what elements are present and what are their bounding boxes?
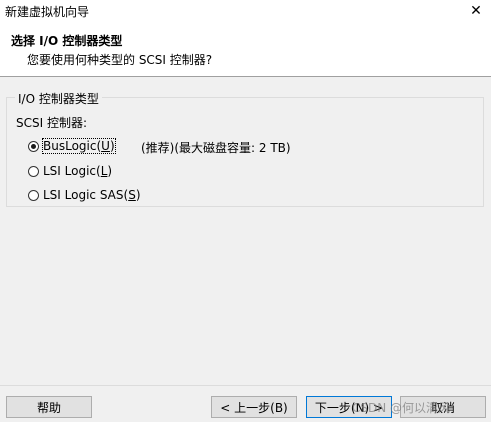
radio-lsi-logic-sas[interactable]: LSI Logic SAS(S) — [28, 187, 141, 203]
watermark: CSDN @何以清风 — [352, 401, 451, 415]
footer-divider — [0, 385, 491, 386]
recommend-note: (推荐)(最大磁盘容量: 2 TB) — [141, 141, 291, 155]
radio-button-icon[interactable] — [28, 189, 39, 201]
radio-buslogic-label[interactable]: BusLogic(U) — [42, 138, 116, 154]
window-title: 新建虚拟机向导 — [5, 5, 90, 19]
back-button[interactable]: < 上一步(B) — [211, 396, 297, 418]
wizard-header: 选择 I/O 控制器类型 您要使用何种类型的 SCSI 控制器? — [0, 22, 491, 77]
radio-button-checked-icon[interactable] — [28, 140, 39, 152]
title-bar: 新建虚拟机向导 ✕ — [0, 0, 491, 22]
radio-button-icon[interactable] — [28, 165, 39, 177]
group-legend: I/O 控制器类型 — [15, 90, 102, 107]
help-button[interactable]: 帮助 — [6, 396, 92, 418]
page-title: 选择 I/O 控制器类型 — [11, 34, 123, 48]
close-icon[interactable]: ✕ — [461, 0, 491, 22]
radio-buslogic[interactable]: BusLogic(U) — [28, 138, 116, 154]
page-subtitle: 您要使用何种类型的 SCSI 控制器? — [27, 53, 213, 67]
radio-lsi-logic-sas-label[interactable]: LSI Logic SAS(S) — [43, 188, 141, 202]
radio-lsi-logic[interactable]: LSI Logic(L) — [28, 163, 112, 179]
scsi-controller-label: SCSI 控制器: — [16, 116, 88, 130]
radio-lsi-logic-label[interactable]: LSI Logic(L) — [43, 164, 112, 178]
